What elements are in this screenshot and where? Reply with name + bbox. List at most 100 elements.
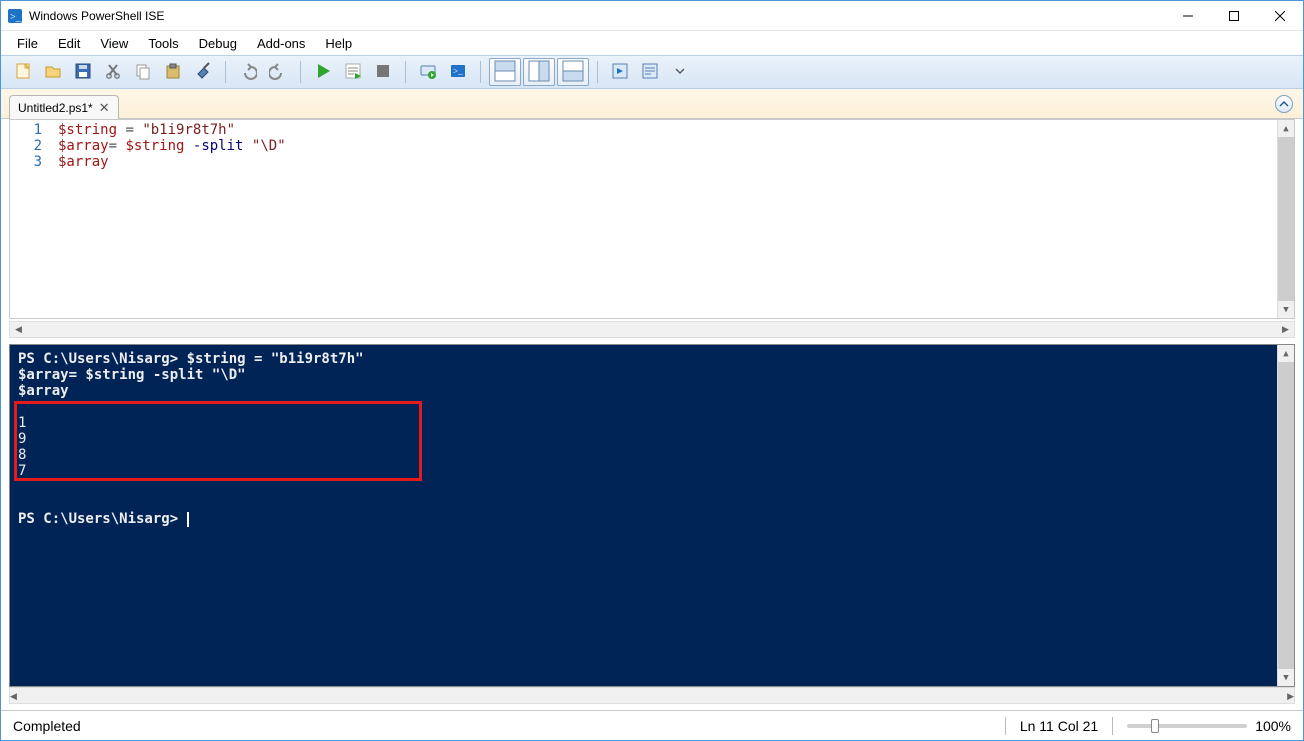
script-tab[interactable]: Untitled2.ps1* ✕ [9,95,119,119]
editor-vertical-scrollbar[interactable]: ▲ ▼ [1277,120,1294,318]
collapse-script-pane-button[interactable] [1275,95,1293,113]
show-script-button[interactable] [606,59,634,85]
menu-add-ons[interactable]: Add-ons [249,34,313,53]
remote-start-icon [419,62,437,83]
toolbar-separator [405,61,406,83]
script-editor[interactable]: 123 $string = "b1i9r8t7h"$array= $string… [9,119,1295,319]
line-number: 1 [10,122,42,138]
scroll-right-icon[interactable]: ▶ [1287,688,1294,705]
toolbar-separator [597,61,598,83]
line-number: 3 [10,154,42,170]
toolbar: >_ [1,55,1303,89]
window-title: Windows PowerShell ISE [29,9,1165,23]
scroll-left-icon[interactable]: ◀ [10,322,27,337]
menu-view[interactable]: View [92,34,136,53]
console-horizontal-scrollbar[interactable]: ◀ ▶ [9,687,1295,704]
app-icon: >_ [7,8,23,24]
stop-button[interactable] [369,59,397,85]
pane-3-icon [562,60,584,85]
copy-button[interactable] [129,59,157,85]
menu-edit[interactable]: Edit [50,34,88,53]
open-icon [44,62,62,83]
run-button[interactable] [309,59,337,85]
code-line: $array [58,154,1277,170]
pane-1-button[interactable] [489,58,521,86]
svg-text:>_: >_ [453,66,463,76]
run-icon [314,62,332,83]
clear-button[interactable] [189,59,217,85]
open-button[interactable] [39,59,67,85]
scroll-down-icon[interactable]: ▼ [1278,669,1294,686]
cut-icon [104,62,122,83]
maximize-button[interactable] [1211,1,1257,31]
scroll-up-icon[interactable]: ▲ [1278,345,1294,362]
show-command-button[interactable] [636,59,664,85]
menu-file[interactable]: File [9,34,46,53]
clear-icon [194,62,212,83]
show-command-icon [641,62,659,83]
new-button[interactable] [9,59,37,85]
scroll-left-icon[interactable]: ◀ [10,688,17,705]
redo-icon [269,62,287,83]
statusbar: Completed Ln 11 Col 21 100% [1,710,1303,740]
cut-button[interactable] [99,59,127,85]
menu-tools[interactable]: Tools [140,34,186,53]
tabstrip: Untitled2.ps1* ✕ [1,89,1303,119]
console-text: PS C:\Users\Nisarg> $string = "b1i9r8t7h… [18,351,1269,527]
menubar: FileEditViewTools DebugAdd-onsHelp [1,31,1303,55]
zoom-slider[interactable] [1127,724,1247,728]
scroll-right-icon[interactable]: ▶ [1277,322,1294,337]
undo-button[interactable] [234,59,262,85]
save-icon [74,62,92,83]
chevron-up-icon [1279,99,1289,109]
titlebar: >_ Windows PowerShell ISE [1,1,1303,31]
minimize-button[interactable] [1165,1,1211,31]
editor-content[interactable]: $string = "b1i9r8t7h"$array= $string -sp… [58,120,1277,318]
pane-3-button[interactable] [557,58,589,86]
toolbar-separator [480,61,481,83]
copy-icon [134,62,152,83]
zoom-slider-knob[interactable] [1151,719,1159,733]
close-button[interactable] [1257,1,1303,31]
remote-start-button[interactable] [414,59,442,85]
cursor-position: Ln 11 Col 21 [1020,718,1098,734]
overflow-icon [675,62,685,83]
paste-button[interactable] [159,59,187,85]
tab-close-icon[interactable]: ✕ [99,101,110,114]
code-line: $array= $string -split "\D" [58,138,1277,154]
undo-icon [239,62,257,83]
show-script-icon [611,62,629,83]
scroll-thumb[interactable] [1278,362,1294,669]
save-button[interactable] [69,59,97,85]
redo-button[interactable] [264,59,292,85]
pane-2-button[interactable] [523,58,555,86]
pane-1-icon [494,60,516,85]
run-selection-icon [344,62,362,83]
paste-icon [164,62,182,83]
stop-icon [374,62,392,83]
app-window: >_ Windows PowerShell ISE FileEditViewTo… [0,0,1304,741]
overflow-button[interactable] [666,59,694,85]
zoom-control: 100% [1127,718,1291,734]
remote-ps-button[interactable]: >_ [444,59,472,85]
status-text: Completed [13,718,81,734]
scroll-thumb[interactable] [1278,137,1294,301]
console-pane[interactable]: PS C:\Users\Nisarg> $string = "b1i9r8t7h… [9,344,1295,687]
line-number: 2 [10,138,42,154]
run-selection-button[interactable] [339,59,367,85]
code-line: $string = "b1i9r8t7h" [58,122,1277,138]
new-icon [14,62,32,83]
scroll-down-icon[interactable]: ▼ [1278,301,1294,318]
editor-horizontal-scrollbar[interactable]: ◀ ▶ [9,321,1295,338]
toolbar-separator [225,61,226,83]
menu-debug[interactable]: Debug [191,34,245,53]
console-content[interactable]: PS C:\Users\Nisarg> $string = "b1i9r8t7h… [10,345,1277,686]
console-vertical-scrollbar[interactable]: ▲ ▼ [1277,345,1294,686]
remote-ps-icon: >_ [449,62,467,83]
tab-label: Untitled2.ps1* [18,101,93,115]
menu-help[interactable]: Help [317,34,360,53]
editor-gutter: 123 [10,120,58,318]
toolbar-separator [300,61,301,83]
scroll-up-icon[interactable]: ▲ [1278,120,1294,137]
console-cursor [187,512,189,527]
